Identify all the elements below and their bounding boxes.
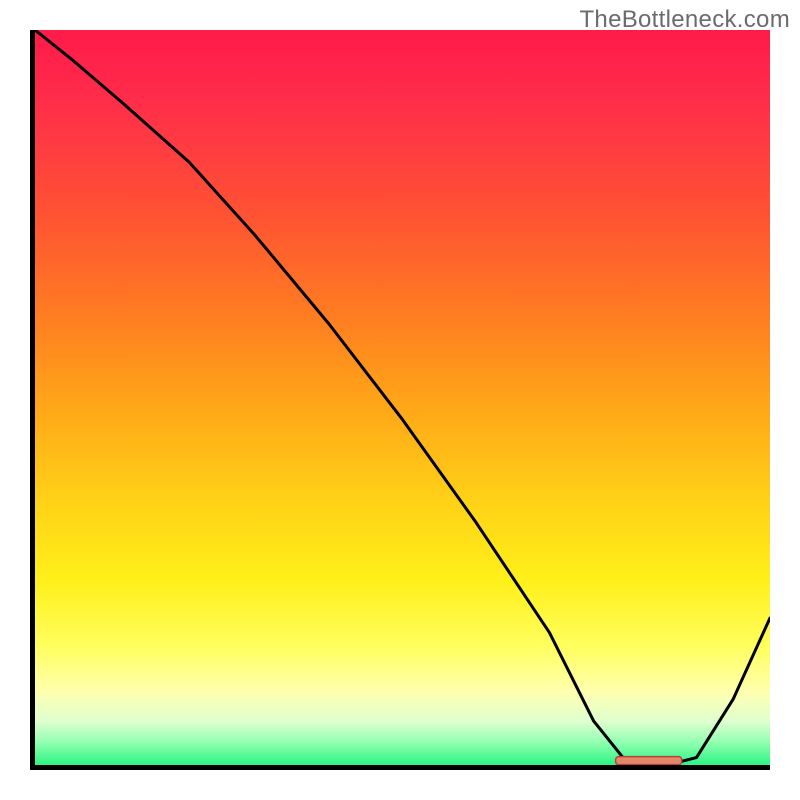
bottleneck-curve-line bbox=[35, 30, 770, 765]
plot-area bbox=[30, 30, 770, 770]
chart-svg bbox=[35, 30, 770, 765]
chart-container: TheBottleneck.com bbox=[0, 0, 800, 800]
optimal-range-marker bbox=[616, 757, 682, 765]
